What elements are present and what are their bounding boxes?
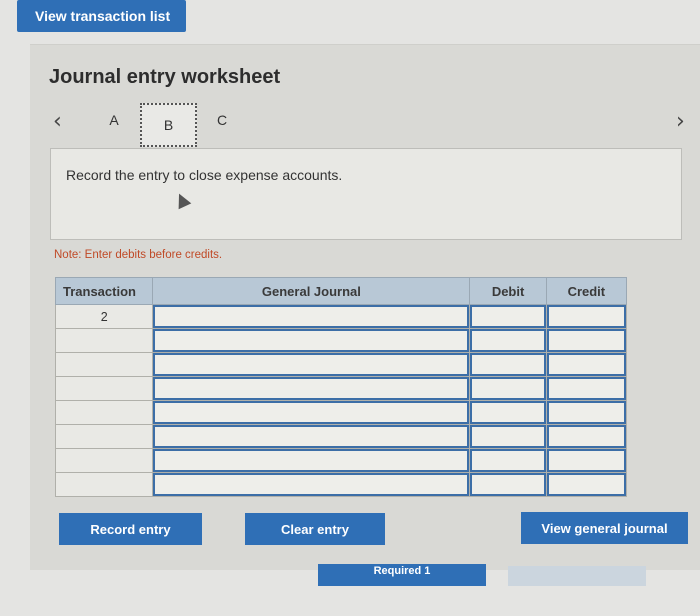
- general-journal-field-cell: [152, 352, 471, 377]
- debit-field-cell: [469, 376, 547, 401]
- table-row: [54, 400, 628, 425]
- debit-field-cell: [469, 328, 547, 353]
- table-row: [54, 448, 628, 473]
- credit-field[interactable]: [546, 425, 626, 448]
- tab-c[interactable]: C: [207, 112, 237, 128]
- debit-field[interactable]: [470, 353, 546, 376]
- transaction-cell: [54, 448, 154, 473]
- transaction-cell: 2: [54, 304, 154, 329]
- credit-field[interactable]: [546, 353, 626, 376]
- general-journal-field-cell: [152, 400, 471, 425]
- instruction-text: Record the entry to close expense accoun…: [66, 167, 343, 183]
- general-journal-field[interactable]: [153, 449, 470, 472]
- general-journal-field-cell: [152, 376, 471, 401]
- general-journal-field-cell: [152, 472, 471, 497]
- debit-field[interactable]: [470, 425, 546, 448]
- transaction-cell: [54, 424, 154, 449]
- debit-field-cell: [469, 472, 547, 497]
- debit-field-cell: [469, 304, 547, 329]
- credit-field[interactable]: [546, 329, 626, 352]
- table-row: [54, 328, 628, 353]
- debit-field-cell: [469, 424, 547, 449]
- transaction-cell: [54, 376, 154, 401]
- chevron-left-icon[interactable]: ‹: [53, 110, 62, 134]
- credit-field[interactable]: [546, 473, 626, 496]
- debit-field[interactable]: [470, 377, 546, 400]
- general-journal-field[interactable]: [153, 377, 470, 400]
- clear-entry-button[interactable]: Clear entry: [245, 513, 385, 545]
- general-journal-field-cell: [152, 424, 471, 449]
- general-journal-field-cell: [152, 448, 471, 473]
- chevron-right-icon[interactable]: ›: [676, 110, 685, 134]
- credit-field-cell: [545, 376, 628, 401]
- debit-field[interactable]: [470, 449, 546, 472]
- journal-table: Transaction General Journal Debit Credit…: [54, 277, 628, 497]
- general-journal-field[interactable]: [153, 305, 470, 328]
- debit-field[interactable]: [470, 401, 546, 424]
- transaction-cell: [54, 352, 154, 377]
- table-row: [54, 376, 628, 401]
- debit-field[interactable]: [470, 473, 546, 496]
- table-row: [54, 352, 628, 377]
- debit-field-cell: [469, 352, 547, 377]
- general-journal-field[interactable]: [153, 329, 470, 352]
- credit-field-cell: [545, 304, 628, 329]
- table-row: [54, 472, 628, 497]
- view-transaction-list-button[interactable]: View transaction list: [17, 0, 186, 32]
- credit-field-cell: [545, 472, 628, 497]
- credit-field[interactable]: [546, 449, 626, 472]
- column-header-debit: Debit: [469, 277, 547, 305]
- table-row: 2: [54, 304, 628, 329]
- view-general-journal-button[interactable]: View general journal: [521, 512, 688, 544]
- general-journal-field[interactable]: [153, 401, 470, 424]
- general-journal-field[interactable]: [153, 353, 470, 376]
- column-header-general-journal: General Journal: [152, 277, 471, 305]
- general-journal-field[interactable]: [153, 425, 470, 448]
- credit-field-cell: [545, 448, 628, 473]
- instruction-box: Record the entry to close expense accoun…: [50, 148, 682, 240]
- column-header-credit: Credit: [545, 277, 628, 305]
- general-journal-field-cell: [152, 328, 471, 353]
- credit-field[interactable]: [546, 377, 626, 400]
- next-button[interactable]: [508, 566, 646, 586]
- credit-field[interactable]: [546, 305, 626, 328]
- transaction-cell: [54, 328, 154, 353]
- page-title: Journal entry worksheet: [49, 66, 281, 88]
- transaction-cell: [54, 400, 154, 425]
- column-header-transaction: Transaction: [54, 277, 154, 305]
- debit-field[interactable]: [470, 329, 546, 352]
- note-text: Note: Enter debits before credits.: [54, 249, 223, 261]
- credit-field-cell: [545, 352, 628, 377]
- tab-a[interactable]: A: [99, 112, 129, 128]
- tab-b[interactable]: B: [140, 103, 197, 147]
- general-journal-field-cell: [152, 304, 471, 329]
- debit-field-cell: [469, 448, 547, 473]
- record-entry-button[interactable]: Record entry: [59, 513, 202, 545]
- transaction-cell: [54, 472, 154, 497]
- table-row: [54, 424, 628, 449]
- general-journal-field[interactable]: [153, 473, 470, 496]
- required-button[interactable]: Required 1: [318, 564, 486, 586]
- credit-field-cell: [545, 424, 628, 449]
- credit-field-cell: [545, 400, 628, 425]
- credit-field-cell: [545, 328, 628, 353]
- debit-field-cell: [469, 400, 547, 425]
- debit-field[interactable]: [470, 305, 546, 328]
- credit-field[interactable]: [546, 401, 626, 424]
